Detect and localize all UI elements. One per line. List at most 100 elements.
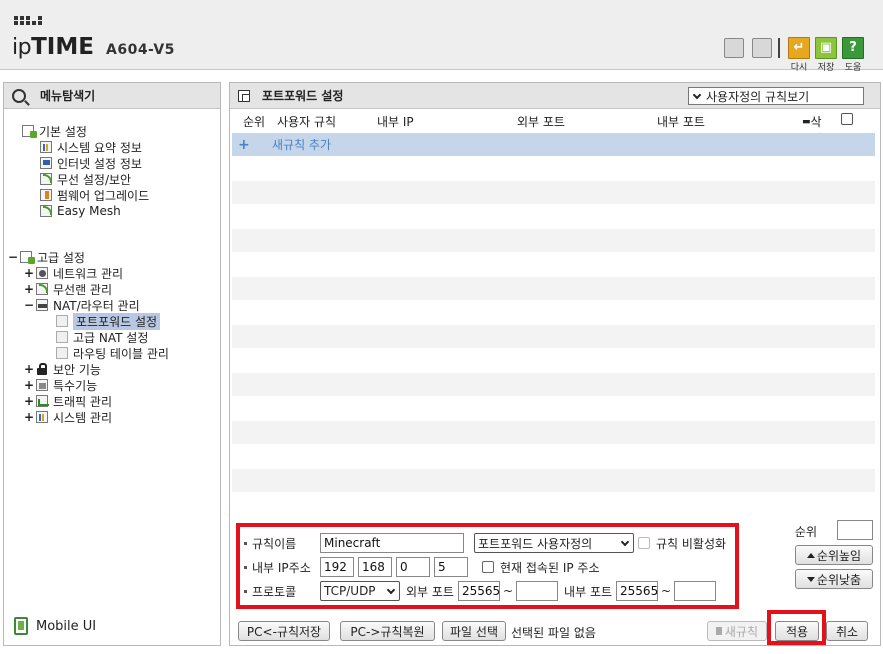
ip-octet-2[interactable]: 168: [358, 557, 392, 577]
ext-port-to-input[interactable]: [516, 581, 559, 601]
new-rule-button[interactable]: 새규칙: [707, 621, 767, 641]
brand-logo: ipTIME: [12, 34, 94, 60]
expand-icon[interactable]: +: [24, 266, 34, 280]
tree-item-routing-table[interactable]: 라우팅 테이블 관리: [56, 345, 169, 361]
tree-label: 네트워크 관리: [53, 266, 124, 281]
expand-icon[interactable]: +: [24, 378, 34, 392]
pc-save-rules-button[interactable]: PC<-규칙저장: [238, 621, 330, 641]
col-order: 순위: [243, 115, 266, 129]
mobile-ui-label: Mobile UI: [36, 618, 97, 634]
panel-header: 포트포워드 설정 사용자정의 규칙보기: [230, 83, 880, 109]
rule-type-select[interactable]: 포트포워드 사용자정의: [474, 533, 634, 553]
ip-octet-1[interactable]: 192: [320, 557, 354, 577]
bullet-icon: [244, 541, 247, 545]
tree-group-advanced[interactable]: − 고급 설정: [8, 249, 85, 265]
int-port-to-input[interactable]: [674, 581, 717, 601]
mobile-ui-link[interactable]: Mobile UI: [14, 617, 96, 635]
tree-item-advanced-nat[interactable]: 고급 NAT 설정: [56, 329, 148, 345]
menu-explorer-title: 메뉴탐색기: [40, 89, 96, 103]
tree-label: 인터넷 설정 정보: [57, 156, 142, 171]
tree-item-system-summary[interactable]: 시스템 요약 정보: [40, 139, 142, 155]
int-port-label: 내부 포트: [564, 584, 613, 599]
priority-up-label: 순위높임: [816, 548, 862, 563]
tree-item-firmware-upgrade[interactable]: 펌웨어 업그레이드: [40, 187, 149, 203]
brand-big: TIME: [31, 34, 94, 60]
rule-name-row: 규칙이름 Minecraft 포트포워드 사용자정의 규칙 비활성화: [244, 533, 726, 553]
ext-port-label: 외부 포트: [406, 584, 454, 599]
disable-rule-checkbox[interactable]: [638, 537, 650, 549]
int-port-from-input[interactable]: 25565: [616, 581, 658, 601]
select-all-checkbox[interactable]: [841, 113, 853, 125]
tree-item-network[interactable]: + 네트워크 관리: [24, 265, 123, 281]
tree-item-wireless[interactable]: + 무선랜 관리: [24, 281, 112, 297]
order-input[interactable]: [837, 520, 873, 540]
header-divider: [778, 38, 780, 58]
internal-ip-row: 내부 IP주소 192 168 0 5 현재 접속된 IP 주소: [244, 557, 600, 577]
tree-label: 펌웨어 업그레이드: [57, 188, 150, 203]
model-name: A604-V5: [106, 42, 175, 58]
chevron-down-icon: [386, 585, 396, 594]
reload-button[interactable]: ↵: [788, 37, 810, 59]
ip-octet-3[interactable]: 0: [396, 557, 430, 577]
help-button[interactable]: ?: [842, 37, 864, 59]
tree-item-nat[interactable]: − NAT/라우터 관리: [24, 297, 140, 313]
tree-label: 시스템 관리: [53, 410, 113, 425]
collapse-icon[interactable]: −: [8, 250, 18, 264]
tree-label: 라우팅 테이블 관리: [73, 346, 169, 361]
tree-item-traffic[interactable]: + 트래픽 관리: [24, 393, 112, 409]
ext-port-from-input[interactable]: 25565: [457, 581, 500, 601]
table-row: [232, 301, 875, 325]
chevron-down-icon: [620, 537, 630, 546]
expand-icon[interactable]: +: [24, 282, 34, 296]
protocol-select[interactable]: TCP/UDP: [320, 581, 400, 601]
tree-item-port-forward[interactable]: 포트포워드 설정: [56, 312, 161, 330]
tree-item-security[interactable]: + 보안 기능: [24, 361, 101, 377]
tree-group-basic[interactable]: 기본 설정: [22, 123, 87, 139]
new-rule-link[interactable]: 새규칙 추가: [272, 136, 331, 153]
tree-label: 기본 설정: [39, 124, 87, 139]
reload-label: 다시: [790, 63, 808, 73]
collapse-icon[interactable]: −: [24, 298, 34, 312]
expand-icon[interactable]: +: [24, 362, 34, 376]
pc-restore-rules-button[interactable]: PC->규칙복원: [340, 621, 435, 641]
home-icon[interactable]: [724, 38, 744, 58]
logout-icon[interactable]: [752, 38, 772, 58]
file-select-button[interactable]: 파일 선택: [442, 621, 506, 641]
priority-down-button[interactable]: 순위낮춤: [795, 569, 873, 589]
rule-view-select[interactable]: 사용자정의 규칙보기: [688, 87, 864, 105]
range-tilde: ~: [502, 584, 514, 598]
help-icon: ?: [849, 40, 857, 55]
table-header: 순위 사용자 규칙 내부 IP 외부 포트 내부 포트 ▬삭제: [230, 113, 880, 146]
page-icon: [56, 347, 68, 359]
protocol-row: 프로토콜 TCP/UDP 외부 포트 25565 ~ 내부 포트 25565 ~: [244, 581, 717, 601]
expand-icon[interactable]: +: [24, 394, 34, 408]
tree-item-wireless-security[interactable]: 무선 설정/보안: [40, 171, 131, 187]
save-button[interactable]: ▣: [815, 37, 837, 59]
table-row: [232, 229, 875, 253]
table-row: [232, 325, 875, 349]
expand-icon[interactable]: +: [24, 410, 34, 424]
bullet-icon: [244, 565, 247, 569]
mesh-icon: [40, 205, 52, 217]
tree-item-system[interactable]: + 시스템 관리: [24, 409, 112, 425]
tree-item-easy-mesh[interactable]: Easy Mesh: [40, 203, 121, 219]
col-internal-port: 내부 포트: [657, 115, 705, 129]
apply-highlight: [767, 610, 826, 645]
ip-octet-4[interactable]: 5: [434, 557, 468, 577]
chart-icon: [40, 141, 52, 153]
priority-up-button[interactable]: 순위높임: [795, 545, 873, 565]
rule-name-input[interactable]: Minecraft: [320, 533, 464, 553]
table-row: [232, 253, 875, 277]
new-rule-row[interactable]: + 새규칙 추가: [232, 133, 875, 157]
file-select-status: 선택된 파일 없음: [511, 626, 596, 640]
reload-icon: ↵: [793, 40, 805, 55]
tree-item-internet-settings[interactable]: 인터넷 설정 정보: [40, 155, 142, 171]
tree-item-special[interactable]: + 특수기능: [24, 377, 97, 393]
table-row: [232, 157, 875, 181]
current-ip-checkbox[interactable]: [482, 561, 494, 573]
wifi-icon: [36, 283, 48, 295]
disable-rule-label: 규칙 비활성화: [656, 536, 727, 551]
tree-label: 보안 기능: [53, 362, 101, 377]
top-header: ipTIME A604-V5 ↵ ▣ ? 다시 저장 도움: [0, 0, 883, 73]
cancel-button[interactable]: 취소: [826, 621, 868, 641]
